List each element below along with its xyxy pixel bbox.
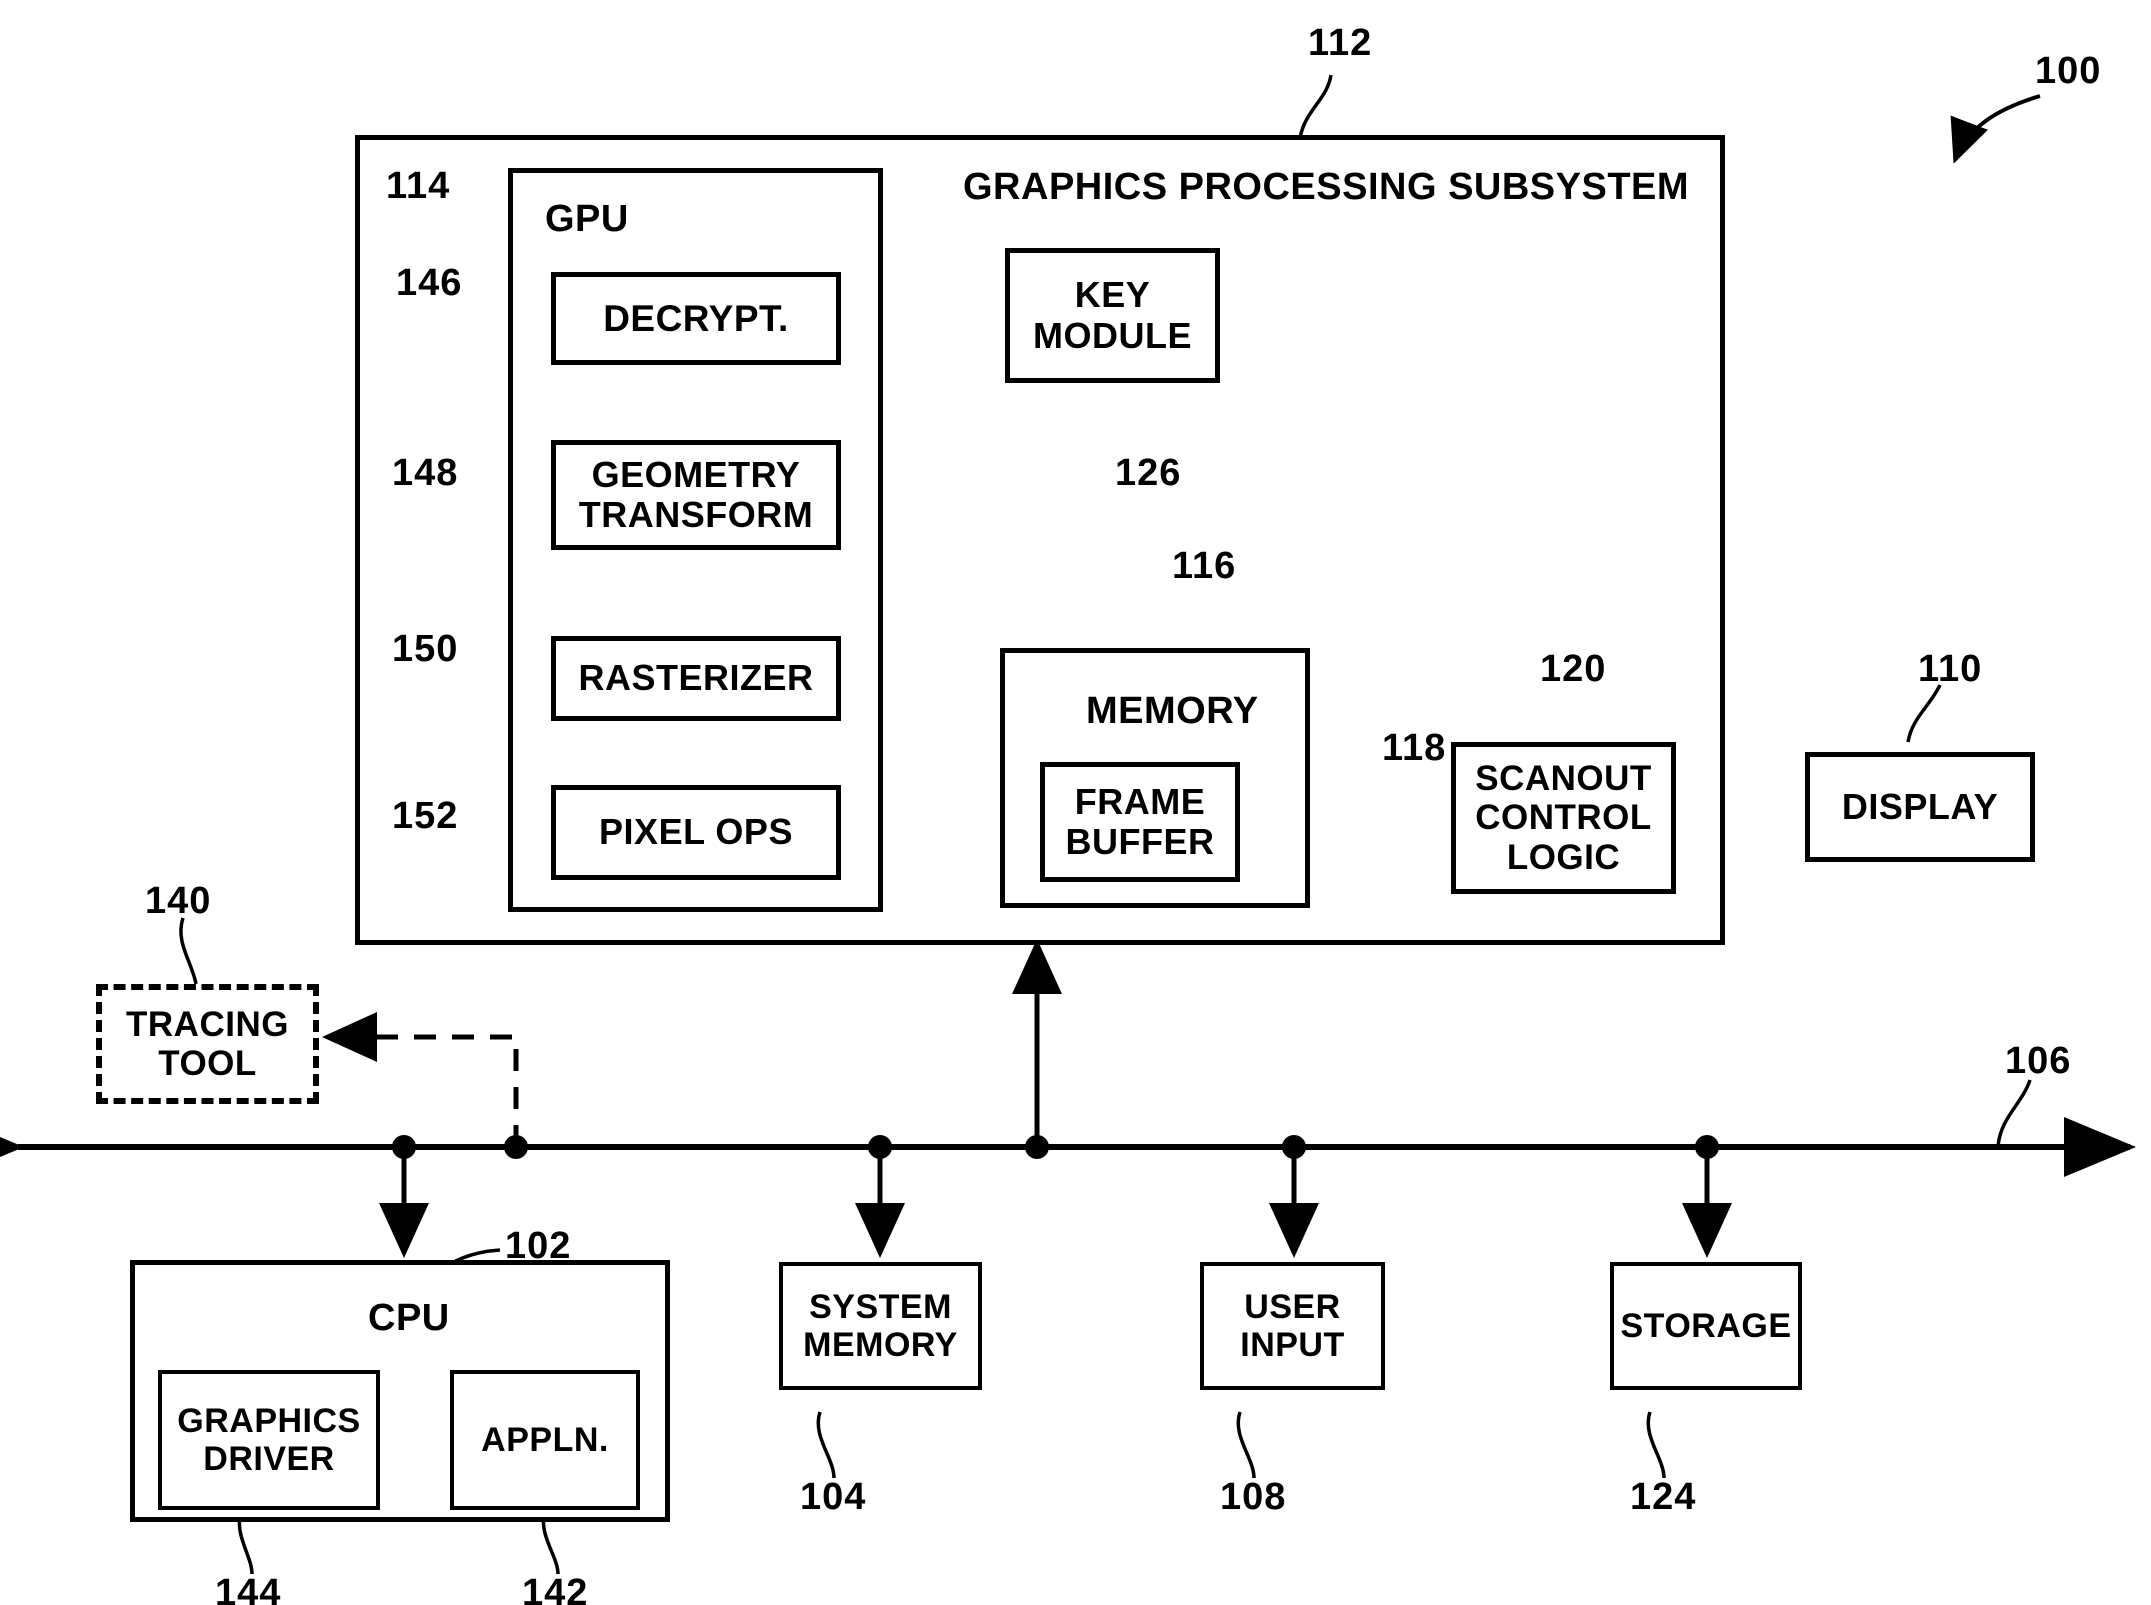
- scanout-control-logic-box[interactable]: SCANOUT CONTROL LOGIC: [1451, 742, 1676, 894]
- leader-112: [1298, 74, 1333, 139]
- ref-116: 116: [1172, 545, 1237, 587]
- ref-146: 146: [396, 262, 463, 304]
- user-input-box[interactable]: USER INPUT: [1200, 1262, 1385, 1390]
- leader-100: [1950, 94, 2041, 164]
- bus-dot-cpu: [392, 1135, 416, 1159]
- key-module-label: KEY MODULE: [1033, 274, 1192, 356]
- ref-124: 124: [1630, 1476, 1697, 1518]
- leader-110: [1906, 684, 1942, 743]
- display-box[interactable]: DISPLAY: [1805, 752, 2035, 862]
- frame-buffer-box[interactable]: FRAME BUFFER: [1040, 762, 1240, 882]
- scanout-control-logic-label: SCANOUT CONTROL LOGIC: [1475, 759, 1652, 877]
- patent-figure: GRAPHICS PROCESSING SUBSYSTEM GPU DECRYP…: [0, 0, 2151, 1605]
- ref-140: 140: [145, 880, 212, 922]
- graphics-processing-subsystem-title: GRAPHICS PROCESSING SUBSYSTEM: [963, 166, 1690, 208]
- gpu-title: GPU: [545, 198, 629, 240]
- user-input-label: USER INPUT: [1240, 1287, 1345, 1364]
- decrypt-label: DECRYPT.: [603, 297, 789, 339]
- rasterizer-label: RASTERIZER: [578, 657, 814, 699]
- geometry-transform-box[interactable]: GEOMETRY TRANSFORM: [551, 440, 841, 550]
- ref-152: 152: [392, 795, 459, 837]
- leader-140: [179, 917, 198, 985]
- memory-title: MEMORY: [1086, 690, 1259, 732]
- ref-106: 106: [2005, 1040, 2072, 1082]
- frame-buffer-label: FRAME BUFFER: [1065, 780, 1215, 862]
- ref-150: 150: [392, 628, 459, 670]
- cpu-title: CPU: [368, 1297, 450, 1339]
- geometry-transform-label: GEOMETRY TRANSFORM: [578, 453, 814, 535]
- ref-114: 114: [386, 165, 451, 207]
- ref-112: 112: [1308, 22, 1373, 64]
- ref-118: 118: [1382, 727, 1447, 769]
- ref-104: 104: [800, 1476, 867, 1518]
- ref-148: 148: [392, 452, 459, 494]
- key-module-box[interactable]: KEY MODULE: [1005, 248, 1220, 383]
- system-memory-label: SYSTEM MEMORY: [803, 1287, 958, 1364]
- bus-dot-storage: [1695, 1135, 1719, 1159]
- ref-100: 100: [2035, 50, 2102, 92]
- pixel-ops-label: PIXEL OPS: [599, 811, 793, 853]
- pixel-ops-box[interactable]: PIXEL OPS: [551, 785, 841, 880]
- system-memory-box[interactable]: SYSTEM MEMORY: [779, 1262, 982, 1390]
- tracing-tool-box[interactable]: TRACING TOOL: [96, 984, 319, 1104]
- storage-label: STORAGE: [1620, 1306, 1792, 1345]
- ref-144: 144: [215, 1572, 282, 1605]
- rasterizer-box[interactable]: RASTERIZER: [551, 636, 841, 721]
- leader-124: [1646, 1411, 1666, 1479]
- bus-dot-system-memory: [868, 1135, 892, 1159]
- tracing-tool-dashed-link: [322, 1012, 519, 1147]
- tracing-tool-label: TRACING TOOL: [126, 1004, 289, 1083]
- bus-dot-gps: [1025, 1135, 1049, 1159]
- appln-label: APPLN.: [481, 1420, 609, 1459]
- ref-102: 102: [505, 1225, 572, 1267]
- ref-110: 110: [1918, 648, 1983, 690]
- ref-120: 120: [1540, 648, 1607, 690]
- appln-box[interactable]: APPLN.: [450, 1370, 640, 1510]
- leader-106: [1996, 1079, 2032, 1148]
- leader-104: [816, 1411, 836, 1479]
- bus-dot-user-input: [1282, 1135, 1306, 1159]
- storage-box[interactable]: STORAGE: [1610, 1262, 1802, 1390]
- ref-108: 108: [1220, 1476, 1287, 1518]
- ref-126: 126: [1115, 452, 1182, 494]
- bus-dot-tracing: [504, 1135, 528, 1159]
- leader-108: [1236, 1411, 1256, 1479]
- graphics-driver-box[interactable]: GRAPHICS DRIVER: [158, 1370, 380, 1510]
- ref-142: 142: [522, 1572, 589, 1605]
- display-label: DISPLAY: [1841, 785, 1999, 827]
- decrypt-box[interactable]: DECRYPT.: [551, 272, 841, 365]
- graphics-driver-label: GRAPHICS DRIVER: [177, 1401, 361, 1478]
